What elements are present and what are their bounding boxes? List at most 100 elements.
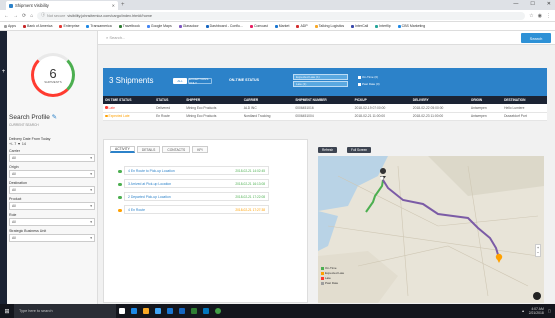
activity-event[interactable]: 4 En Route to Pick-up Location 2018-02-21… (118, 166, 269, 175)
notification-icon[interactable]: ▢ (548, 309, 551, 313)
table-row[interactable]: Expected Late En Route Mining Eco Products… (103, 112, 547, 121)
maximize-icon[interactable]: ☐ (530, 1, 534, 7)
chrome-icon[interactable] (212, 308, 224, 314)
past-date-checkbox[interactable]: Past Date (0) (358, 82, 380, 86)
full-screen-button[interactable]: Full Screen (347, 147, 372, 153)
cell-text: Mining Eco Products (186, 105, 217, 110)
cell-text: Late (108, 105, 115, 110)
filter-select[interactable]: All ▾ (9, 234, 95, 242)
reload-icon[interactable]: ⟳ (22, 13, 26, 19)
back-icon[interactable]: ← (4, 13, 9, 19)
bookmark-item[interactable]: Google Maps (146, 24, 172, 28)
filter-select[interactable]: All ▾ (9, 170, 95, 178)
bookmark-item[interactable]: Enterprise (59, 24, 79, 28)
column-header[interactable]: SHIPMENT NUMBER (293, 96, 353, 104)
close-window-icon[interactable]: ✕ (547, 1, 551, 7)
column-header[interactable]: DELIVERY (410, 96, 469, 104)
refresh-button[interactable]: Refresh (318, 147, 338, 153)
filter-select[interactable]: All ▾ (9, 154, 95, 162)
taskview-icon[interactable] (116, 308, 128, 314)
table-cell: Expected Late (103, 112, 155, 121)
event-text: 4 En Route (128, 207, 145, 212)
bookmark-label: Enterprise (63, 24, 80, 28)
bookmark-item[interactable]: Comcast (249, 24, 268, 28)
bookmark-item[interactable]: Market (274, 24, 289, 28)
column-header[interactable]: SHIPPER (184, 96, 242, 104)
forward-icon[interactable]: → (13, 13, 18, 19)
bookmark-item[interactable]: InterCall (351, 24, 368, 28)
table-cell: 2018-02-21 11:00:00 (352, 112, 411, 121)
cell-text: Delivered (156, 105, 171, 110)
activity-event[interactable]: 2 Departed Pick-up Location 2018-02-21 17… (118, 192, 269, 201)
all-button[interactable]: ALL (173, 78, 187, 84)
filter-group: Strategic Business Unit All ▾ (9, 229, 95, 242)
search-input[interactable]: ⌕ Search... (106, 35, 125, 40)
bookmark-item[interactable]: Talking Logistics (314, 24, 344, 28)
bookmark-item[interactable]: ADP (296, 24, 308, 28)
late-filter[interactable]: Late (1) (293, 81, 348, 87)
minimize-icon[interactable]: — (513, 1, 518, 7)
explorer-icon[interactable] (140, 308, 152, 314)
store-icon[interactable] (152, 308, 164, 314)
ontime-checkbox[interactable]: On-Time (0) (358, 75, 378, 79)
zoom-out-button[interactable]: − (537, 250, 539, 255)
add-icon[interactable]: + (0, 69, 7, 75)
table-row[interactable]: Late Delivered Mining Eco Products ALD INC 0… (103, 104, 547, 113)
column-header[interactable]: PICKUP (352, 96, 411, 104)
activity-event[interactable]: 3 Arrived at Pick-up Location 2018-02-21 … (118, 179, 269, 188)
filter-select[interactable]: All ▾ (9, 186, 95, 194)
excel-icon[interactable] (188, 308, 200, 314)
star-icon[interactable]: ☆ (529, 13, 533, 19)
new-tab-icon[interactable]: + (121, 2, 125, 8)
map-locate-icon[interactable] (533, 292, 541, 300)
cell-text: Antwerpen (470, 105, 487, 110)
tab-contacts[interactable]: CONTACTS (162, 146, 191, 153)
filter-select[interactable]: All ▾ (9, 218, 95, 226)
column-header[interactable]: STATUS (154, 96, 185, 104)
taskbar-search[interactable]: Type here to search (14, 304, 116, 318)
tab-details[interactable]: DETAILS (136, 146, 161, 153)
event-time: 2018-02-21 14:02:45 (235, 168, 265, 173)
search-profile-title: Search Profile ✎ (9, 113, 57, 121)
windows-start-icon[interactable]: ⊞ (0, 308, 14, 315)
menu-icon[interactable]: ⋮ (546, 13, 551, 19)
home-icon[interactable]: ⌂ (30, 13, 33, 19)
browser-tab[interactable]: Shipment Visibility ✕ (6, 1, 118, 10)
expected-late-filter[interactable]: Expected Late (1) (293, 74, 348, 80)
column-header[interactable]: CARRIER (241, 96, 294, 104)
bookmark-label: Transamerica (90, 24, 112, 28)
bookmark-item[interactable]: Bank of America (22, 24, 53, 28)
bookmark-item[interactable]: Apps (4, 24, 16, 28)
word-icon[interactable] (176, 308, 188, 314)
bookmark-item[interactable]: Dashboard - Conflu... (205, 24, 243, 28)
bookmark-item[interactable]: Interflip (375, 24, 391, 28)
outlook-icon[interactable] (200, 308, 212, 314)
bookmark-item[interactable]: Glassdoor (178, 24, 199, 28)
bookmark-icon (296, 24, 300, 28)
tab-activity[interactable]: ACTIVITY (110, 146, 135, 153)
bookmark-item[interactable]: CBS Marketing (397, 24, 425, 28)
clock[interactable]: 4:07 AM 2/21/2018 (529, 307, 544, 315)
extension-icon[interactable]: ◉ (538, 13, 542, 19)
bookmark-item[interactable]: Transamerica (86, 24, 112, 28)
bookmark-label: Bank of America (26, 24, 53, 28)
search-button[interactable]: Search (521, 33, 551, 43)
tab-kpi[interactable]: KPI (192, 146, 208, 153)
filter-select[interactable]: All ▾ (9, 202, 95, 210)
shipments-gauge: 6 Shipments (31, 53, 75, 97)
column-header[interactable]: ON TIME STATUS (103, 96, 155, 104)
activity-event[interactable]: 4 En Route 2018-02-21 17:27:38 (118, 205, 269, 214)
url-field[interactable]: ⓘ Not secure visibility.johnsitemicz.com… (37, 11, 526, 20)
bookmark-item[interactable]: Travelbook (118, 24, 140, 28)
column-header[interactable]: ORIGIN (468, 96, 503, 104)
edit-icon[interactable]: ✎ (52, 114, 57, 121)
date-range-selector[interactable]: +/- 7 ▼ 14 (9, 142, 95, 146)
route-map[interactable]: On-Time Expected Late Late Past Date + − (318, 156, 544, 303)
edge-icon[interactable] (128, 308, 140, 314)
network-icon[interactable]: ▲ (521, 309, 524, 313)
bookmark-label: Glassdoor (182, 24, 199, 28)
column-header[interactable]: DESTINATION (502, 96, 547, 104)
close-icon[interactable]: ✕ (112, 3, 115, 8)
mail-icon[interactable] (164, 308, 176, 314)
exceptions-only-button[interactable]: EXCEPTIONS ONLY (188, 77, 212, 85)
